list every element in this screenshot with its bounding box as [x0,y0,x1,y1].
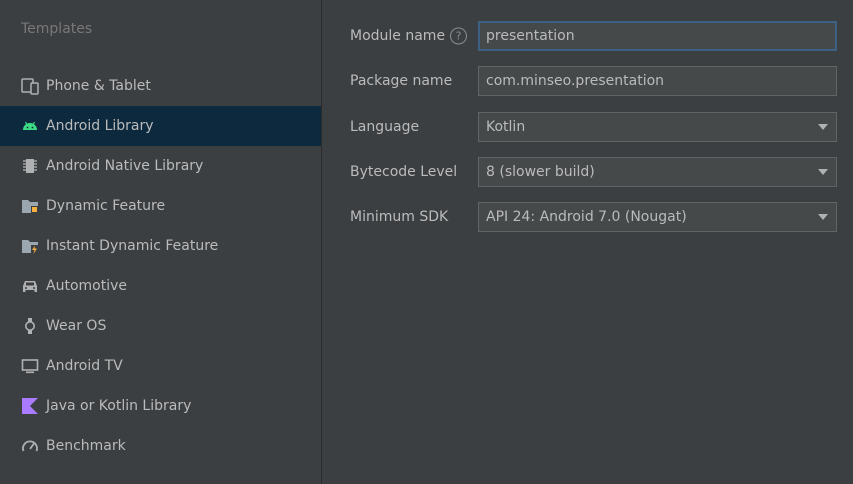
template-wear-os[interactable]: Wear OS [0,306,321,346]
template-automotive[interactable]: Automotive [0,266,321,306]
module-name-label-text: Module name [350,28,446,44]
templates-sidebar: Templates Phone & Tablet Android Library… [0,0,322,484]
minimum-sdk-row: Minimum SDK API 24: Android 7.0 (Nougat) [350,202,840,232]
module-config-form: Module name? presentation Package name c… [322,0,853,484]
template-label: Android Library [46,118,154,134]
minimum-sdk-value: API 24: Android 7.0 (Nougat) [486,209,687,225]
folder-instant-icon [21,237,39,255]
language-row: Language Kotlin [350,112,840,142]
minimum-sdk-label: Minimum SDK [350,209,449,225]
gauge-icon [21,437,39,455]
package-name-row: Package name com.minseo.presentation [350,66,840,96]
template-label: Benchmark [46,438,126,454]
bytecode-level-value: 8 (slower build) [486,164,595,180]
template-label: Phone & Tablet [46,78,151,94]
template-benchmark[interactable]: Benchmark [0,426,321,466]
language-dropdown[interactable]: Kotlin [478,112,837,142]
bytecode-level-label: Bytecode Level [350,164,458,180]
sidebar-title: Templates [21,21,93,37]
template-java-kotlin-library[interactable]: Java or Kotlin Library [0,386,321,426]
templates-list: Phone & Tablet Android Library Android N… [0,66,321,466]
template-android-library[interactable]: Android Library [0,106,321,146]
template-label: Instant Dynamic Feature [46,238,219,254]
template-label: Android Native Library [46,158,204,174]
language-label: Language [350,119,420,135]
language-value: Kotlin [486,119,526,135]
module-name-row: Module name? presentation [350,21,840,51]
chevron-down-icon [818,124,828,130]
phone-tablet-icon [21,77,39,95]
module-name-label: Module name? [350,27,468,45]
help-icon[interactable]: ? [450,27,468,45]
watch-icon [21,317,39,335]
template-android-native-library[interactable]: Android Native Library [0,146,321,186]
template-phone-tablet[interactable]: Phone & Tablet [0,66,321,106]
template-label: Automotive [46,278,127,294]
chip-icon [21,157,39,175]
template-android-tv[interactable]: Android TV [0,346,321,386]
package-name-label: Package name [350,73,453,89]
minimum-sdk-dropdown[interactable]: API 24: Android 7.0 (Nougat) [478,202,837,232]
folder-feature-icon [21,197,39,215]
template-label: Wear OS [46,318,107,334]
bytecode-level-row: Bytecode Level 8 (slower build) [350,157,840,187]
template-label: Java or Kotlin Library [46,398,192,414]
package-name-input[interactable]: com.minseo.presentation [478,66,837,96]
bytecode-level-dropdown[interactable]: 8 (slower build) [478,157,837,187]
android-icon [21,117,39,135]
tv-icon [21,357,39,375]
chevron-down-icon [818,169,828,175]
kotlin-icon [21,397,39,415]
module-name-input[interactable]: presentation [478,21,837,51]
template-dynamic-feature[interactable]: Dynamic Feature [0,186,321,226]
template-instant-dynamic-feature[interactable]: Instant Dynamic Feature [0,226,321,266]
car-icon [21,277,39,295]
template-label: Dynamic Feature [46,198,166,214]
template-label: Android TV [46,358,123,374]
chevron-down-icon [818,214,828,220]
